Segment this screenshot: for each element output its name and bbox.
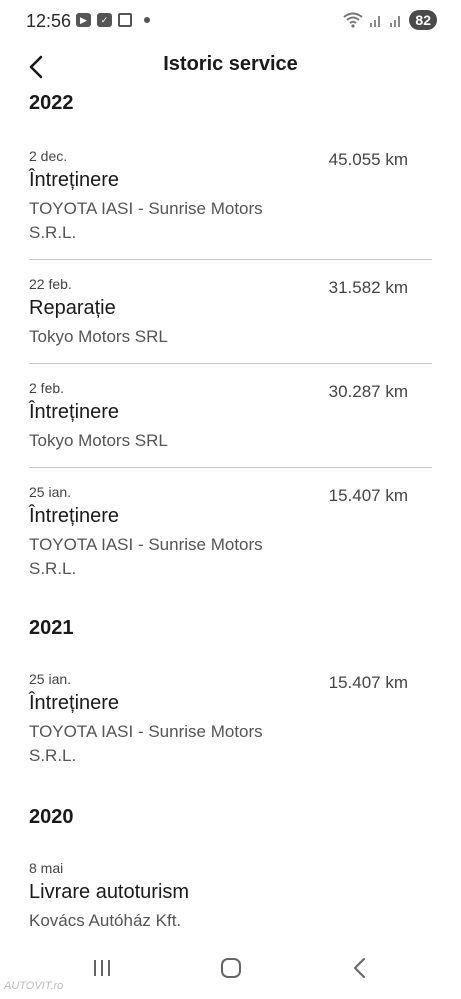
- status-time: 12:56: [26, 11, 72, 31]
- signal-icon: [370, 16, 381, 27]
- battery-indicator: 82: [409, 10, 437, 30]
- year-heading-2020: 2020: [29, 806, 74, 828]
- year-heading-2021: 2021: [29, 617, 74, 639]
- entry-km: 15.407 km: [328, 486, 408, 505]
- entry-type: Întreținere: [29, 169, 120, 191]
- list-item[interactable]: 25 ian. Întreținere TOYOTA IASI - Sunris…: [29, 484, 432, 581]
- entry-type: Întreținere: [29, 505, 120, 527]
- entry-provider: TOYOTA IASI - Sunrise Motors S.R.L.: [29, 535, 263, 578]
- notification-icons: ▶ ✓: [76, 13, 150, 27]
- watermark: AUTOVIT.ro: [4, 980, 64, 992]
- page-title: Istoric service: [163, 53, 298, 75]
- home-button[interactable]: [219, 956, 243, 985]
- entry-km: 15.407 km: [328, 673, 408, 692]
- divider: [29, 363, 432, 364]
- list-item[interactable]: 22 feb. Reparație Tokyo Motors SRL 31.58…: [29, 276, 432, 349]
- more-notifications-icon: [144, 17, 150, 23]
- entry-date: 8 mai: [29, 860, 64, 876]
- entry-type: Întreținere: [29, 692, 120, 714]
- entry-provider: Kovács Autóház Kft.: [29, 911, 182, 930]
- recents-icon: [94, 960, 110, 976]
- home-icon: [221, 958, 241, 978]
- list-item[interactable]: 2 dec. Întreținere TOYOTA IASI - Sunrise…: [29, 148, 432, 245]
- system-nav-bar: [0, 950, 461, 990]
- entry-type: Livrare autoturism: [29, 881, 190, 903]
- check-icon: ✓: [97, 13, 112, 27]
- entry-type: Întreținere: [29, 401, 120, 423]
- nav-back-icon: [354, 958, 365, 978]
- wifi-icon: [343, 12, 364, 28]
- recents-button[interactable]: [90, 956, 114, 985]
- status-bar: 12:56 ▶ ✓ 82: [0, 0, 461, 42]
- list-item[interactable]: 2 feb. Întreținere Tokyo Motors SRL 30.2…: [29, 380, 432, 453]
- nav-back-button[interactable]: [348, 956, 372, 985]
- youtube-icon: ▶: [76, 13, 91, 27]
- divider: [29, 259, 432, 260]
- entry-km: 30.287 km: [328, 382, 408, 401]
- entry-km: 45.055 km: [328, 150, 408, 169]
- entry-provider: Tokyo Motors SRL: [29, 327, 168, 346]
- divider: [29, 467, 432, 468]
- entry-provider: TOYOTA IASI - Sunrise Motors S.R.L.: [29, 199, 263, 242]
- signal-icon-2: [390, 16, 401, 27]
- entry-km: 31.582 km: [328, 278, 408, 297]
- entry-provider: Tokyo Motors SRL: [29, 431, 168, 450]
- list-item[interactable]: 8 mai Livrare autoturism Kovács Autóház …: [29, 860, 432, 933]
- app-header: Istoric service: [0, 44, 461, 88]
- entry-provider: TOYOTA IASI - Sunrise Motors S.R.L.: [29, 722, 263, 765]
- list-item[interactable]: 25 ian. Întreținere TOYOTA IASI - Sunris…: [29, 671, 432, 768]
- year-heading-2022: 2022: [29, 92, 74, 114]
- service-history-list: 2022 2 dec. Întreținere TOYOTA IASI - Su…: [0, 88, 461, 933]
- entry-type: Reparație: [29, 297, 116, 319]
- calendar-icon: [118, 13, 132, 27]
- status-right: 82: [343, 10, 437, 30]
